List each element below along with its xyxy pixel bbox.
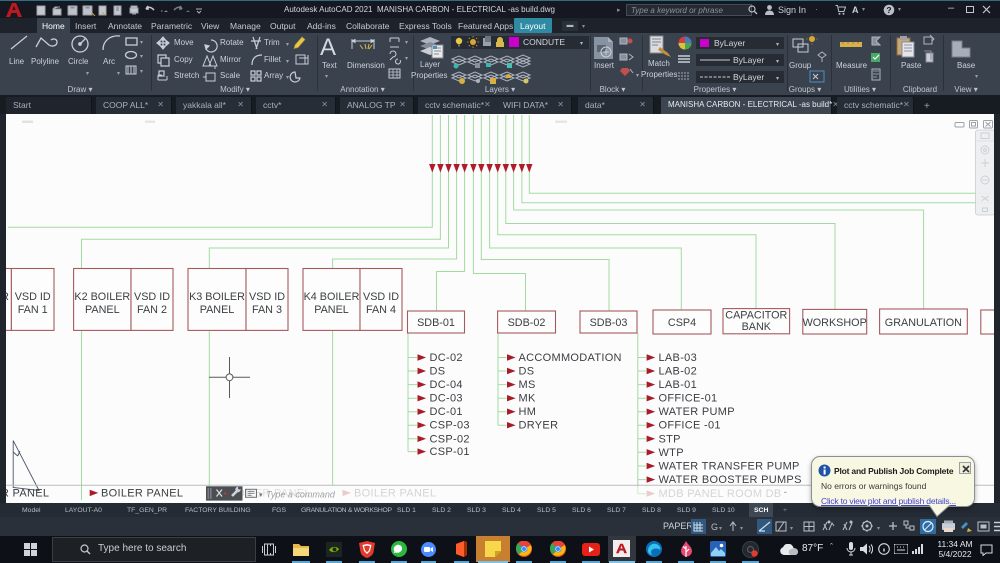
svg-text:CSP-01: CSP-01 xyxy=(430,446,470,458)
svg-text:VSD ID: VSD ID xyxy=(249,291,285,303)
svg-text:▾: ▾ xyxy=(790,526,793,532)
svg-text:PANEL: PANEL xyxy=(314,304,349,316)
svg-text:SDB-01: SDB-01 xyxy=(417,317,455,329)
svg-text:G: G xyxy=(711,522,718,532)
svg-text:MK: MK xyxy=(519,393,536,405)
svg-text:▾: ▾ xyxy=(86,71,89,77)
svg-text:K2 BOILER: K2 BOILER xyxy=(74,291,130,303)
svg-text:WORKSHOP: WORKSHOP xyxy=(803,317,867,329)
svg-text:OFFICE-01: OFFICE-01 xyxy=(659,393,718,405)
svg-text:VSD ID: VSD ID xyxy=(363,291,399,303)
svg-text:BOILER PANEL: BOILER PANEL xyxy=(101,488,183,500)
svg-text:DS: DS xyxy=(430,366,446,378)
svg-text:▾: ▾ xyxy=(719,526,722,532)
svg-text:▾: ▾ xyxy=(325,74,328,80)
svg-text:WATER BOOSTER PUMPS: WATER BOOSTER PUMPS xyxy=(659,474,802,486)
svg-text:DRYER: DRYER xyxy=(519,420,559,432)
svg-text:DC-01: DC-01 xyxy=(430,406,463,418)
svg-text:▾: ▾ xyxy=(776,76,779,82)
svg-text:FAN 3: FAN 3 xyxy=(252,304,282,316)
svg-text:ByLayer: ByLayer xyxy=(733,72,764,82)
svg-text:?: ? xyxy=(886,5,891,15)
svg-text:▾: ▾ xyxy=(286,59,289,65)
svg-text:▾: ▾ xyxy=(975,74,978,80)
svg-text:ByLayer: ByLayer xyxy=(733,55,764,65)
svg-text:▾: ▾ xyxy=(636,73,639,79)
svg-text:LAB-03: LAB-03 xyxy=(659,352,698,364)
svg-text:PANEL: PANEL xyxy=(200,304,235,316)
svg-text:Type a command: Type a command xyxy=(266,490,336,500)
svg-text:FAN 4: FAN 4 xyxy=(366,304,396,316)
svg-text:▾: ▾ xyxy=(776,59,779,65)
svg-text:LAB-02: LAB-02 xyxy=(659,366,698,378)
svg-text:HM: HM xyxy=(519,406,537,418)
svg-text:▾: ▾ xyxy=(117,71,120,77)
svg-text:ACCOMMODATION: ACCOMMODATION xyxy=(519,352,622,364)
svg-text:K3 BOILER: K3 BOILER xyxy=(189,291,245,303)
svg-text:▾: ▾ xyxy=(140,69,143,75)
svg-text:DC-04: DC-04 xyxy=(430,379,463,391)
svg-text:WATER PUMP: WATER PUMP xyxy=(659,406,735,418)
svg-text:BOILER PANEL: BOILER PANEL xyxy=(0,488,49,500)
svg-text:K4 BOILER: K4 BOILER xyxy=(304,291,360,303)
svg-text:VSD ID: VSD ID xyxy=(15,291,51,303)
svg-text:▾: ▾ xyxy=(740,526,743,532)
svg-text:ByLayer: ByLayer xyxy=(714,38,745,48)
svg-text:LAB-01: LAB-01 xyxy=(659,379,698,391)
svg-text:PANEL: PANEL xyxy=(85,304,120,316)
svg-text:▾: ▾ xyxy=(259,492,263,499)
svg-text:DC-03: DC-03 xyxy=(430,393,463,405)
svg-text:DS: DS xyxy=(519,366,535,378)
svg-text:MS: MS xyxy=(519,379,536,391)
svg-text:CSP4: CSP4 xyxy=(668,317,696,329)
svg-text:CONDUTE: CONDUTE xyxy=(523,37,565,47)
svg-text:DC-02: DC-02 xyxy=(430,352,463,364)
svg-text:CSP-03: CSP-03 xyxy=(430,420,470,432)
svg-text:OFFICE -01: OFFICE -01 xyxy=(659,420,721,432)
svg-text:▾: ▾ xyxy=(776,42,779,48)
svg-text:ˇ: ˇ xyxy=(784,491,787,500)
svg-text:FAN 1: FAN 1 xyxy=(18,304,48,316)
svg-text:CSP-02: CSP-02 xyxy=(430,433,470,445)
svg-text:▾: ▾ xyxy=(580,41,583,47)
svg-text:▾: ▾ xyxy=(877,526,880,532)
svg-text:BANK: BANK xyxy=(742,321,772,333)
svg-text:▾: ▾ xyxy=(140,54,143,60)
svg-text:SDB-02: SDB-02 xyxy=(508,317,546,329)
svg-text:▾: ▾ xyxy=(405,40,408,46)
svg-text:GRANULATION: GRANULATION xyxy=(885,317,962,329)
svg-text:▾: ▾ xyxy=(140,40,143,46)
svg-text:SDB-03: SDB-03 xyxy=(590,317,628,329)
svg-text:VSD ID: VSD ID xyxy=(134,291,170,303)
svg-text:FAN 2: FAN 2 xyxy=(137,304,167,316)
svg-text:▾: ▾ xyxy=(405,56,408,62)
svg-text:STP: STP xyxy=(659,433,681,445)
svg-text:WATER TRANSFER PUMP: WATER TRANSFER PUMP xyxy=(659,461,800,473)
svg-text:A: A xyxy=(320,34,336,61)
svg-text:CAPACITOR: CAPACITOR xyxy=(725,310,787,322)
svg-text:▾: ▾ xyxy=(286,42,289,48)
svg-text:▾: ▾ xyxy=(286,75,289,81)
svg-text:WTP: WTP xyxy=(659,447,684,459)
